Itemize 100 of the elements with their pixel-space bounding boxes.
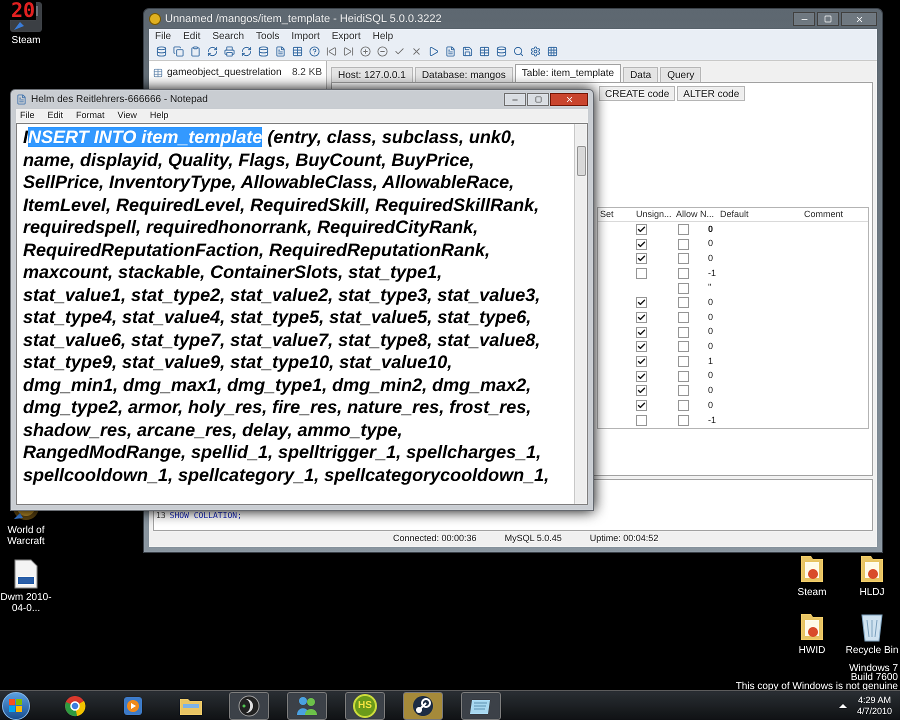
minimize-button[interactable]: [504, 93, 526, 106]
maximize-icon: [534, 96, 542, 103]
close-button[interactable]: [841, 12, 877, 26]
menu-item[interactable]: Help: [150, 109, 168, 123]
column-header[interactable]: Default: [718, 208, 802, 222]
menu-item[interactable]: Help: [372, 28, 394, 44]
checkbox[interactable]: [678, 253, 689, 264]
checkbox[interactable]: [636, 224, 647, 235]
save-icon[interactable]: [461, 46, 473, 58]
refresh-icon[interactable]: [240, 46, 252, 58]
remove-icon[interactable]: [376, 46, 388, 58]
tab[interactable]: Database: mangos: [414, 67, 513, 82]
table-icon[interactable]: [291, 46, 303, 58]
checkbox[interactable]: [636, 414, 647, 426]
icon-label[interactable]: Steam: [0, 35, 54, 46]
last-icon[interactable]: [342, 46, 354, 58]
icon-label[interactable]: HLDJ: [844, 587, 900, 598]
checkbox[interactable]: [636, 370, 647, 382]
checkbox[interactable]: [636, 385, 647, 396]
checkbox[interactable]: [678, 370, 689, 382]
document-icon[interactable]: [444, 46, 456, 58]
checkbox[interactable]: [636, 312, 647, 323]
menu-item[interactable]: Import: [291, 28, 320, 44]
checkbox[interactable]: [636, 238, 647, 250]
print-icon[interactable]: [223, 46, 235, 58]
checkbox[interactable]: [678, 341, 689, 352]
tab[interactable]: Query: [660, 67, 702, 82]
scrollbar[interactable]: [574, 124, 587, 504]
first-icon[interactable]: [325, 46, 337, 58]
checkbox[interactable]: [678, 326, 689, 338]
menu-item[interactable]: File: [155, 28, 172, 44]
checkbox[interactable]: [678, 238, 689, 250]
checkbox[interactable]: [678, 356, 689, 368]
checkbox[interactable]: [678, 312, 689, 323]
database-icon[interactable]: [257, 46, 269, 58]
taskbar-button[interactable]: [403, 692, 443, 720]
menu-item[interactable]: Format: [76, 109, 105, 123]
checkbox[interactable]: [678, 400, 689, 412]
refresh-icon[interactable]: [206, 46, 218, 58]
checkbox[interactable]: [678, 414, 689, 426]
icon-label[interactable]: Recycle Bin: [844, 645, 900, 656]
table-icon[interactable]: [478, 46, 490, 58]
subtab[interactable]: CREATE code: [599, 86, 676, 101]
checkbox[interactable]: [678, 282, 689, 294]
paste-icon[interactable]: [189, 46, 201, 58]
checkbox[interactable]: [636, 326, 647, 338]
database-icon[interactable]: [495, 46, 507, 58]
tray-arrow-icon[interactable]: [838, 704, 847, 708]
menu-item[interactable]: Export: [332, 28, 361, 44]
tree-item[interactable]: gameobject_questrelation: [167, 65, 282, 80]
menu-item[interactable]: View: [118, 109, 137, 123]
column-header[interactable]: Set: [598, 208, 634, 222]
checkbox[interactable]: [678, 297, 689, 308]
document-icon[interactable]: [274, 46, 286, 58]
search-icon[interactable]: [512, 46, 524, 58]
menu-item[interactable]: File: [20, 109, 35, 123]
checkbox[interactable]: [678, 224, 689, 235]
tab[interactable]: Host: 127.0.0.1: [331, 67, 413, 82]
menu-item[interactable]: Tools: [256, 28, 280, 44]
help-icon[interactable]: [308, 46, 320, 58]
tab[interactable]: Table: item_template: [514, 64, 622, 82]
table-cell-text: 0: [708, 369, 714, 382]
taskbar-button[interactable]: [287, 692, 327, 720]
clock-time[interactable]: 4:29 AM: [858, 694, 891, 706]
taskbar-button[interactable]: [461, 692, 501, 720]
settings-icon[interactable]: [529, 46, 541, 58]
checkbox[interactable]: [636, 400, 647, 412]
app-icon: [238, 694, 260, 716]
checkbox[interactable]: [678, 385, 689, 396]
column-header[interactable]: Comment: [802, 208, 862, 222]
menu-item[interactable]: Search: [212, 28, 244, 44]
checkbox[interactable]: [636, 268, 647, 279]
notice-text: Build 7600: [850, 673, 898, 682]
taskbar-button[interactable]: [229, 692, 269, 720]
checkbox[interactable]: [636, 356, 647, 368]
subtab[interactable]: ALTER code: [677, 86, 746, 101]
menu-item[interactable]: Edit: [48, 109, 64, 123]
maximize-button[interactable]: [817, 12, 839, 26]
maximize-button[interactable]: [527, 93, 549, 106]
icon-label[interactable]: Steam: [784, 587, 840, 598]
copy-icon[interactable]: [172, 46, 184, 58]
icon-label[interactable]: HWID: [784, 645, 840, 656]
checkbox[interactable]: [636, 253, 647, 264]
menu-item[interactable]: Edit: [183, 28, 200, 44]
column-header[interactable]: Unsign...: [634, 208, 674, 222]
checkbox[interactable]: [636, 297, 647, 308]
icon-label[interactable]: World of Warcraft: [0, 525, 54, 547]
clock-date[interactable]: 4/7/2010: [856, 706, 892, 716]
checkbox[interactable]: [636, 341, 647, 352]
close-button[interactable]: [550, 93, 588, 106]
text-line: ItemLevel, RequiredLevel, RequiredSkill, RequiredSkillRank,: [23, 194, 540, 216]
tab[interactable]: Data: [623, 67, 658, 82]
database-icon[interactable]: [155, 46, 167, 58]
grid-icon[interactable]: [546, 46, 558, 58]
start-button[interactable]: [2, 692, 30, 720]
checkbox[interactable]: [678, 268, 689, 279]
column-header[interactable]: Allow N...: [674, 208, 718, 222]
run-icon[interactable]: [427, 46, 439, 58]
icon-label[interactable]: Dwm 2010-04-0...: [0, 592, 54, 614]
add-icon[interactable]: [359, 46, 371, 58]
